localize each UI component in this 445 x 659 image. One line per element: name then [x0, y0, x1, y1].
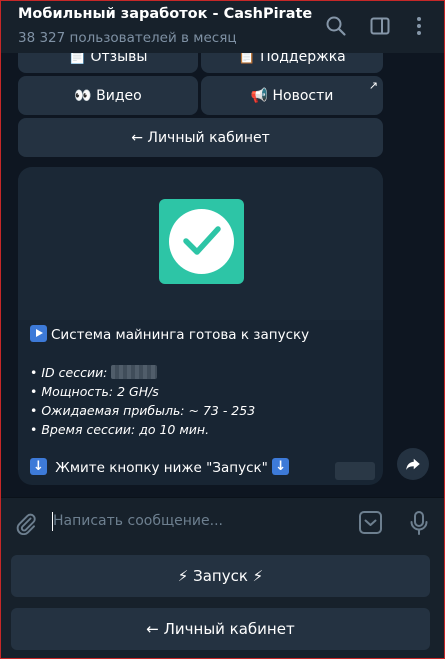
inline-button-video[interactable]: 👀 Видео	[18, 76, 198, 115]
inline-button-news[interactable]: 📢 Новости ↗	[201, 76, 383, 115]
inline-button-label: 👀 Видео	[74, 87, 142, 104]
reply-keyboard: ⚡ Запуск ⚡ ← Личный кабинет	[0, 547, 445, 659]
profit-line: • Ожидаемая прибыль: ~ 73 - 253	[30, 403, 256, 418]
sidebar-toggle-icon[interactable]	[368, 14, 392, 38]
down-arrow-icon	[30, 457, 47, 476]
inline-button-support[interactable]: 📋 Поддержка	[201, 53, 383, 73]
message-input-bar: Написать сообщение...	[0, 497, 445, 547]
keyboard-toggle-icon[interactable]	[358, 510, 383, 535]
inline-button-label: 📋 Поддержка	[238, 53, 346, 65]
session-time-line: • Время сессии: до 10 мин.	[30, 422, 210, 437]
down-arrow-icon	[272, 457, 290, 476]
chat-header[interactable]: Мобильный заработок - CashPirate 38 327 …	[0, 0, 445, 53]
message-bubble[interactable]: Система майнинга готова к запуску • ID с…	[18, 167, 383, 485]
forward-button[interactable]	[397, 448, 429, 480]
forward-icon	[406, 458, 420, 470]
power-line: • Мощность: 2 GH/s	[30, 384, 159, 399]
attach-icon[interactable]	[14, 511, 38, 536]
message-media[interactable]	[18, 167, 383, 320]
chat-area[interactable]: 📄 Отзывы 📋 Поддержка 👀 Видео 📢 Новости ↗…	[0, 53, 445, 497]
cabinet-button[interactable]: ← Личный кабинет	[11, 608, 430, 650]
cta-text: Жмите кнопку ниже "Запуск"	[51, 460, 273, 476]
more-vert-icon[interactable]	[407, 14, 431, 38]
inline-button-label: 📢 Новости	[250, 87, 334, 104]
inline-button-label: 📄 Отзывы	[68, 53, 148, 65]
search-icon[interactable]	[324, 14, 348, 38]
cta-line: Жмите кнопку ниже "Запуск"	[30, 457, 375, 477]
message-time-redacted	[335, 462, 375, 480]
session-id-line: • ID сессии:	[30, 363, 375, 382]
play-icon	[30, 325, 47, 342]
session-id-label: • ID сессии:	[30, 365, 108, 380]
inline-button-cabinet[interactable]: ← Личный кабинет	[18, 118, 383, 157]
chat-subtitle: 38 327 пользователей в месяц	[18, 30, 237, 46]
check-mark-icon	[159, 199, 244, 284]
launch-button[interactable]: ⚡ Запуск ⚡	[11, 555, 430, 597]
session-id-redacted	[111, 365, 158, 379]
message-text: Система майнинга готова к запуску • ID с…	[30, 325, 375, 477]
external-link-icon: ↗	[368, 79, 378, 92]
inline-button-reviews[interactable]: 📄 Отзывы	[18, 53, 198, 73]
chat-title[interactable]: Мобильный заработок - CashPirate	[18, 6, 312, 22]
message-title-line: Система майнинга готова к запуску	[30, 325, 375, 344]
inline-button-label: ← Личный кабинет	[131, 129, 270, 146]
message-input[interactable]: Написать сообщение...	[53, 513, 223, 529]
microphone-icon[interactable]	[408, 510, 430, 536]
message-title: Система майнинга готова к запуску	[51, 327, 310, 343]
